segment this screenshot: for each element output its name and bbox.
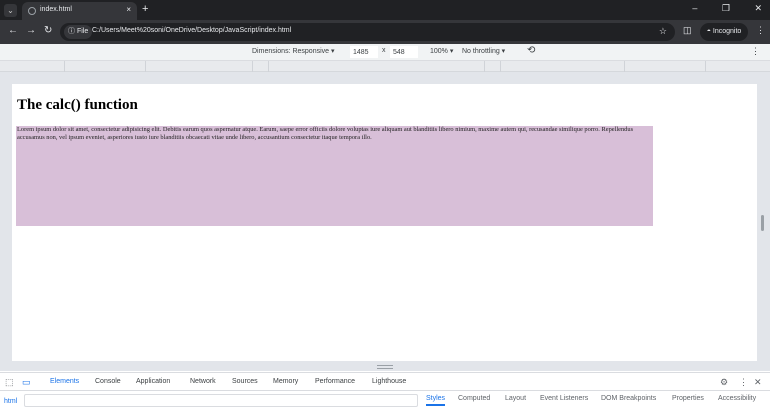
tab-memory[interactable]: Memory (273, 378, 298, 385)
panel-tab-accessibility[interactable]: Accessibility (718, 395, 756, 402)
menu-icon[interactable]: ⋮ (756, 25, 765, 36)
device-toolbar: Dimensions: Responsive ▾ x 100% ▾ No thr… (0, 44, 770, 61)
dimensions-dropdown[interactable]: Dimensions: Responsive ▾ (252, 47, 335, 55)
window-controls: – ❐ ✕ (670, 3, 762, 14)
viewport-resize-handle-bottom[interactable] (377, 365, 393, 369)
tab-console[interactable]: Console (95, 378, 121, 385)
tab-network[interactable]: Network (190, 378, 216, 385)
incognito-indicator[interactable]: ◓ Incognito (700, 23, 748, 41)
elements-filter[interactable] (24, 394, 418, 407)
reload-icon[interactable]: ↻ (44, 25, 52, 36)
zoom-dropdown[interactable]: 100% ▾ (430, 47, 453, 55)
url-scheme-label: File (76, 28, 89, 35)
tab-application[interactable]: Application (136, 378, 170, 385)
throttle-dropdown[interactable]: No throttling ▾ (462, 47, 505, 55)
lorem-paragraph: Lorem ipsum dolor sit amet, consectetur … (17, 126, 634, 141)
forward-arrow-icon[interactable]: → (26, 25, 36, 36)
panel-tab-styles[interactable]: Styles (426, 395, 446, 406)
device-more-icon[interactable]: ⋮ (751, 46, 760, 57)
tab-title: index.html (40, 6, 72, 13)
media-query-ruler[interactable] (0, 61, 770, 72)
restore-icon[interactable]: ❐ (722, 3, 730, 13)
tab-strip: ⌄ index.html × + – ❐ ✕ (0, 0, 770, 20)
size-separator: x (382, 47, 386, 54)
rotate-icon[interactable]: ⟲ (527, 45, 535, 56)
devtools-lower-pane: html Styles Computed Layout Event Listen… (0, 391, 770, 410)
url-text[interactable]: C:/Users/Meet%20soni/OneDrive/Desktop/Ja… (92, 27, 291, 34)
viewport-resize-handle-right[interactable] (761, 215, 764, 231)
tab-performance[interactable]: Performance (315, 378, 355, 385)
width-input[interactable] (350, 46, 378, 58)
tab-elements[interactable]: Elements (50, 378, 79, 385)
tab-lighthouse[interactable]: Lighthouse (372, 378, 406, 385)
globe-icon (28, 7, 36, 15)
back-arrow-icon[interactable]: ← (8, 25, 18, 36)
tab-search-icon[interactable]: ⌄ (4, 4, 17, 17)
minimize-icon[interactable]: – (692, 3, 697, 13)
info-icon: ⓘ (68, 28, 77, 35)
height-input[interactable] (390, 46, 418, 58)
panel-tab-properties[interactable]: Properties (672, 395, 704, 402)
new-tab-button[interactable]: + (142, 3, 148, 15)
tab-close-icon[interactable]: × (126, 5, 131, 14)
devtools-tabbar: ⬚ ▭ Elements Console Application Network… (0, 372, 770, 391)
star-icon[interactable]: ☆ (659, 26, 667, 37)
device-toggle-icon[interactable]: ▭ (22, 377, 31, 388)
settings-icon[interactable]: ⚙ (720, 377, 728, 388)
tab-sources[interactable]: Sources (232, 378, 258, 385)
close-window-icon[interactable]: ✕ (754, 3, 762, 13)
panel-tab-event-listeners[interactable]: Event Listeners (540, 395, 588, 402)
panel-tab-layout[interactable]: Layout (505, 395, 526, 402)
page-viewport: The calc() function Lorem ipsum dolor si… (12, 84, 757, 361)
panel-tab-dom-breakpoints[interactable]: DOM Breakpoints (601, 395, 656, 402)
breadcrumb[interactable]: html (4, 398, 17, 405)
site-info-chip[interactable]: ⓘ File (64, 25, 93, 39)
devtools-more-icon[interactable]: ⋮ (739, 377, 748, 388)
inspect-icon[interactable]: ⬚ (5, 377, 14, 388)
panel-tab-computed[interactable]: Computed (458, 395, 490, 402)
browser-toolbar: ← → ↻ ⓘ File C:/Users/Meet%20soni/OneDri… (0, 20, 770, 44)
close-icon[interactable]: ✕ (754, 377, 762, 388)
incognito-label: Incognito (712, 28, 742, 35)
page-heading: The calc() function (17, 97, 138, 113)
calc-box: Lorem ipsum dolor sit amet, consectetur … (16, 126, 653, 226)
browser-tab[interactable]: index.html × (22, 2, 137, 20)
side-panel-icon[interactable]: ◫ (683, 25, 692, 36)
address-bar[interactable]: ⓘ File C:/Users/Meet%20soni/OneDrive/Des… (60, 23, 675, 41)
